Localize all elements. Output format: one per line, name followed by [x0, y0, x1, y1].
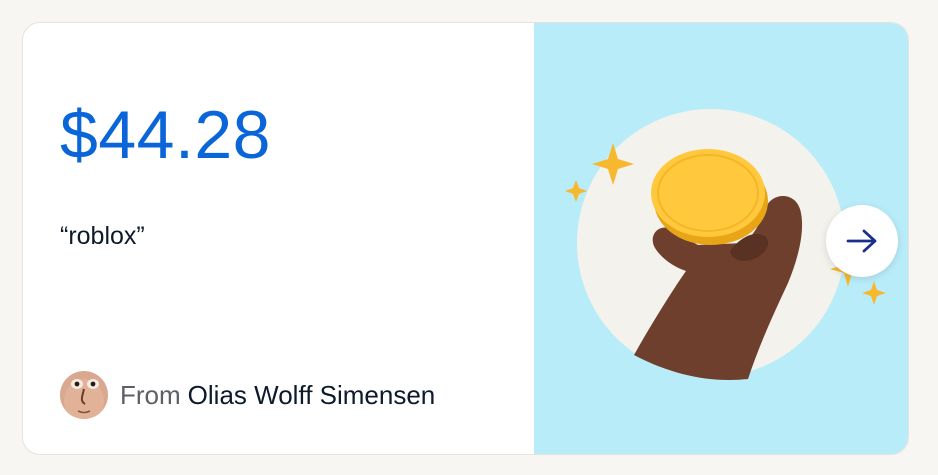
gift-details: $44.28 “roblox” From Olias Wolff Simense… [23, 23, 534, 454]
sender-name: Olias Wolff Simensen [187, 379, 436, 410]
next-button[interactable] [826, 205, 898, 277]
gift-amount: $44.28 [60, 97, 271, 173]
arrow-right-icon [846, 229, 877, 253]
gift-note: “roblox” [60, 222, 145, 250]
illustration-panel [534, 23, 908, 454]
gift-card[interactable]: $44.28 “roblox” From Olias Wolff Simense… [22, 22, 909, 455]
sender-avatar [60, 371, 108, 419]
sender-row: From Olias Wolff Simensen [60, 371, 435, 419]
from-label: From [120, 379, 181, 410]
